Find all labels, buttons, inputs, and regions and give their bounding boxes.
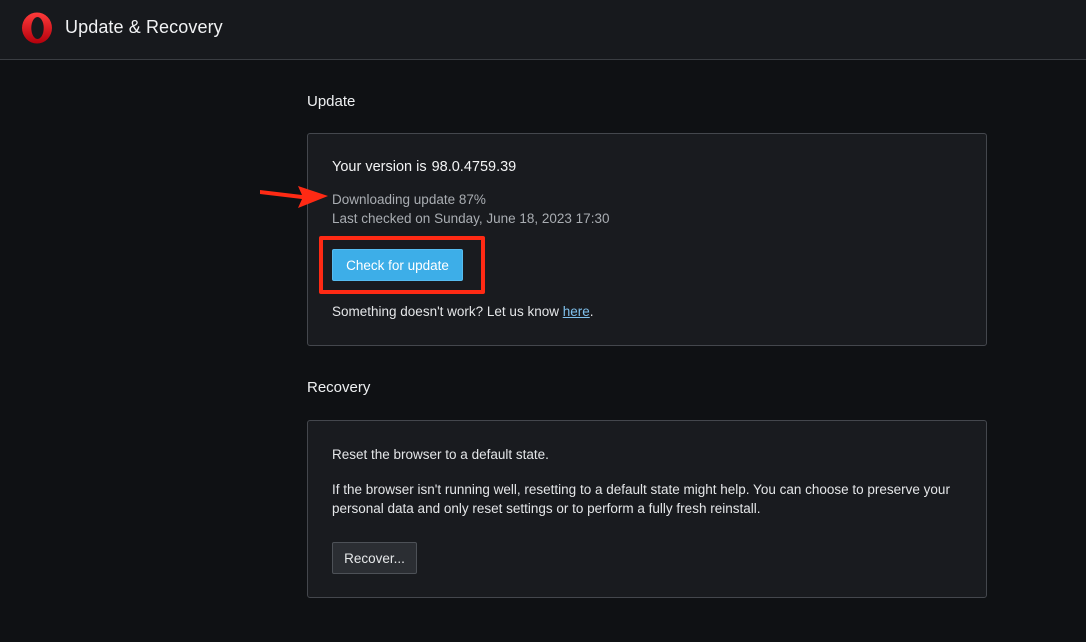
update-section-title: Update [307,93,356,110]
annotation-arrow-icon [260,186,328,208]
feedback-suffix: . [589,304,594,319]
update-status: Downloading update 87% [332,192,486,207]
top-bar: Update & Recovery [0,0,1086,60]
annotation-highlight-box [319,236,485,294]
opera-logo-icon [22,12,52,44]
version-value: 98.0.4759.39 [431,159,517,175]
version-line: Your version is 98.0.4759.39 [332,159,516,175]
last-checked: Last checked on Sunday, June 18, 2023 17… [332,211,610,226]
feedback-prefix: Something doesn't work? Let us know [332,304,563,319]
recover-button[interactable]: Recover... [332,542,417,574]
version-label: Your version is [332,159,427,175]
recovery-description: If the browser isn't running well, reset… [332,482,950,516]
recovery-section-title: Recovery [307,379,371,396]
feedback-line: Something doesn't work? Let us know here… [332,304,594,319]
page-title: Update & Recovery [65,17,223,37]
reset-text: Reset the browser to a default state. [332,447,549,462]
feedback-here-link[interactable]: here [563,304,590,319]
recovery-card: Reset the browser to a default state. If… [307,420,987,598]
